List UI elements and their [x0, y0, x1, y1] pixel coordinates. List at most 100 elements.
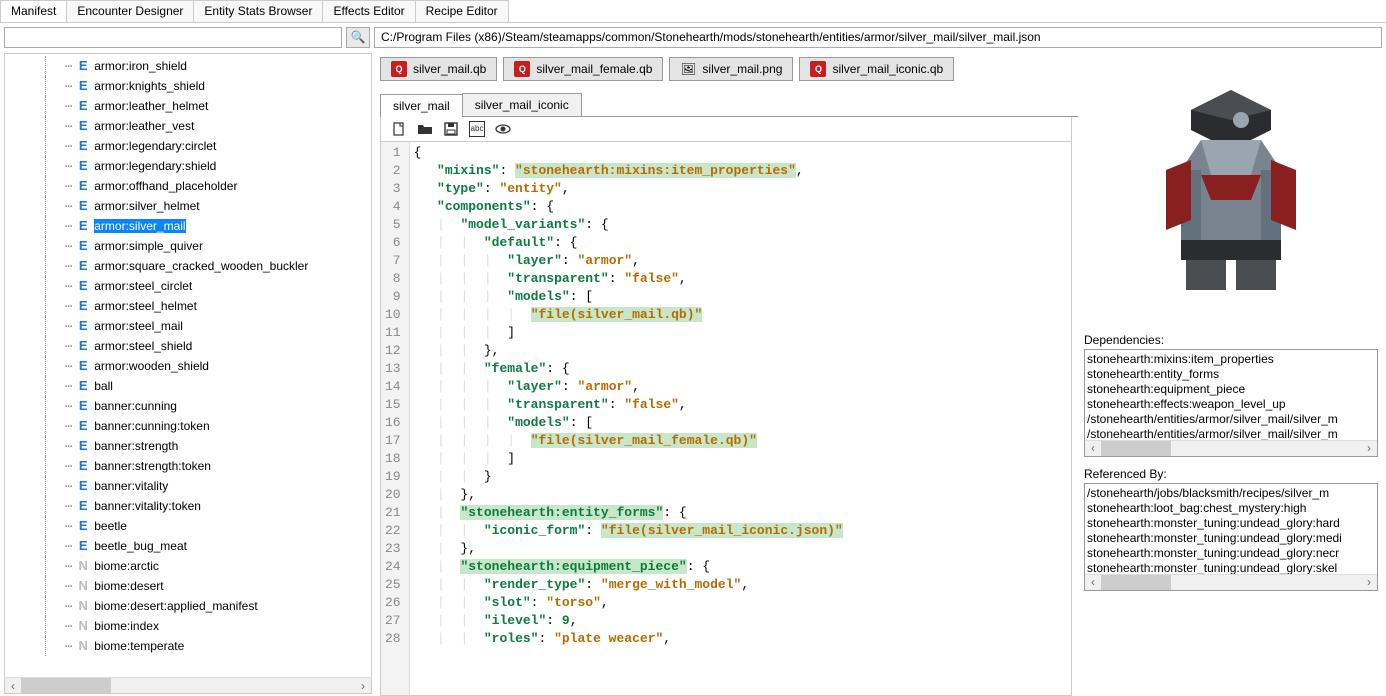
- referencedby-list[interactable]: /stonehearth/jobs/blacksmith/recipes/sil…: [1084, 483, 1378, 591]
- tree-item[interactable]: ⋯Earmor:leather_helmet: [5, 96, 371, 116]
- entity-icon: E: [76, 119, 90, 133]
- tree-item-label: armor:wooden_shield: [94, 359, 209, 373]
- file-tab[interactable]: 🖼silver_mail.png: [669, 57, 793, 81]
- list-item[interactable]: stonehearth:monster_tuning:undead_glory:…: [1087, 561, 1375, 574]
- tree-item[interactable]: ⋯Nbiome:desert:applied_manifest: [5, 596, 371, 616]
- tree-item[interactable]: ⋯Eball: [5, 376, 371, 396]
- editor-toolbar: abc: [380, 117, 1072, 142]
- search-input[interactable]: [4, 27, 342, 48]
- tree-item[interactable]: ⋯Earmor:steel_helmet: [5, 296, 371, 316]
- list-item[interactable]: stonehearth:effects:weapon_level_up: [1087, 397, 1375, 412]
- tree-item[interactable]: ⋯Nbiome:temperate: [5, 636, 371, 656]
- tree-item-label: armor:leather_helmet: [94, 99, 208, 113]
- list-item[interactable]: stonehearth:entity_forms: [1087, 367, 1375, 382]
- entity-icon: E: [76, 179, 90, 193]
- file-tab[interactable]: Qsilver_mail.qb: [380, 57, 497, 81]
- list-item[interactable]: /stonehearth/jobs/blacksmith/recipes/sil…: [1087, 486, 1375, 501]
- list-item[interactable]: stonehearth:monster_tuning:undead_glory:…: [1087, 531, 1375, 546]
- toolbar-row: 🔍 C:/Program Files (x86)/Steam/steamapps…: [0, 23, 1386, 51]
- tree-item[interactable]: ⋯Earmor:steel_mail: [5, 316, 371, 336]
- tree-item[interactable]: ⋯Nbiome:arctic: [5, 556, 371, 576]
- tree-item[interactable]: ⋯Ebanner:cunning:token: [5, 416, 371, 436]
- list-item[interactable]: stonehearth:mixins:item_properties: [1087, 352, 1375, 367]
- tree-item[interactable]: ⋯Earmor:silver_helmet: [5, 196, 371, 216]
- tree-scroll[interactable]: ⋯Earmor:iron_shield⋯Earmor:knights_shiel…: [5, 54, 371, 677]
- list-item[interactable]: stonehearth:loot_bag:chest_mystery:high: [1087, 501, 1375, 516]
- node-icon: N: [76, 559, 90, 573]
- code-lines[interactable]: { "mixins": "stonehearth:mixins:item_pro…: [410, 142, 1071, 695]
- preview-icon[interactable]: [495, 121, 511, 137]
- tree-item[interactable]: ⋯Earmor:silver_mail: [5, 216, 371, 236]
- entity-icon: E: [76, 399, 90, 413]
- tree-item-label: biome:index: [94, 619, 159, 633]
- entity-icon: E: [76, 159, 90, 173]
- qb-icon: Q: [514, 61, 530, 77]
- tree-item[interactable]: ⋯Ebeetle_bug_meat: [5, 536, 371, 556]
- tree-item-label: armor:steel_helmet: [94, 299, 197, 313]
- top-tab-effects-editor[interactable]: Effects Editor: [322, 0, 415, 22]
- tree-item-label: armor:silver_mail: [94, 219, 185, 233]
- search-button[interactable]: 🔍: [346, 27, 370, 48]
- tree-item[interactable]: ⋯Ebanner:vitality: [5, 476, 371, 496]
- tree-item-label: banner:cunning:token: [94, 419, 209, 433]
- tree-item[interactable]: ⋯Earmor:legendary:circlet: [5, 136, 371, 156]
- tree-item-label: biome:desert:applied_manifest: [94, 599, 257, 613]
- entity-icon: E: [76, 439, 90, 453]
- ref-hscroll[interactable]: ‹›: [1085, 574, 1377, 590]
- file-tab[interactable]: Qsilver_mail_iconic.qb: [799, 57, 954, 81]
- tree-item[interactable]: ⋯Earmor:steel_shield: [5, 336, 371, 356]
- tree-item[interactable]: ⋯Ebanner:vitality:token: [5, 496, 371, 516]
- tree-item[interactable]: ⋯Earmor:square_cracked_wooden_buckler: [5, 256, 371, 276]
- top-tab-encounter-designer[interactable]: Encounter Designer: [66, 0, 194, 22]
- tree-item[interactable]: ⋯Earmor:steel_circlet: [5, 276, 371, 296]
- sub-tab[interactable]: silver_mail_iconic: [462, 93, 582, 116]
- path-field[interactable]: C:/Program Files (x86)/Steam/steamapps/c…: [374, 27, 1382, 48]
- dependencies-list[interactable]: stonehearth:mixins:item_propertiesstoneh…: [1084, 349, 1378, 457]
- tree-item[interactable]: ⋯Earmor:offhand_placeholder: [5, 176, 371, 196]
- list-item[interactable]: /stonehearth/entities/armor/silver_mail/…: [1087, 427, 1375, 440]
- qb-icon: Q: [810, 61, 826, 77]
- tree-item-label: ball: [94, 379, 113, 393]
- sub-tab[interactable]: silver_mail: [380, 94, 463, 117]
- list-item[interactable]: stonehearth:monster_tuning:undead_glory:…: [1087, 516, 1375, 531]
- list-item[interactable]: /stonehearth/entities/armor/silver_mail/…: [1087, 412, 1375, 427]
- entity-icon: E: [76, 239, 90, 253]
- top-tab-manifest[interactable]: Manifest: [0, 0, 67, 22]
- tree-item[interactable]: ⋯Earmor:leather_vest: [5, 116, 371, 136]
- scroll-right-icon[interactable]: ›: [355, 679, 371, 693]
- entity-icon: E: [76, 219, 90, 233]
- tree-item[interactable]: ⋯Earmor:simple_quiver: [5, 236, 371, 256]
- tree-item-label: armor:iron_shield: [94, 59, 187, 73]
- image-icon: 🖼: [680, 61, 696, 77]
- list-item[interactable]: stonehearth:equipment_piece: [1087, 382, 1375, 397]
- entity-icon: E: [76, 539, 90, 553]
- save-icon[interactable]: [443, 121, 459, 137]
- list-item[interactable]: stonehearth:monster_tuning:undead_glory:…: [1087, 546, 1375, 561]
- tree-item[interactable]: ⋯Nbiome:index: [5, 616, 371, 636]
- tree-item[interactable]: ⋯Earmor:wooden_shield: [5, 356, 371, 376]
- tree-item[interactable]: ⋯Earmor:legendary:shield: [5, 156, 371, 176]
- top-tab-entity-stats-browser[interactable]: Entity Stats Browser: [193, 0, 323, 22]
- tree-item-label: armor:silver_helmet: [94, 199, 199, 213]
- tree-item-label: biome:arctic: [94, 559, 159, 573]
- right-panel: Dependencies: stonehearth:mixins:item_pr…: [1080, 51, 1386, 696]
- qb-icon: Q: [391, 61, 407, 77]
- file-tab[interactable]: Qsilver_mail_female.qb: [503, 57, 663, 81]
- scroll-left-icon[interactable]: ‹: [5, 679, 21, 693]
- new-file-icon[interactable]: [391, 121, 407, 137]
- sidebar-hscroll[interactable]: ‹ ›: [5, 677, 371, 693]
- dep-hscroll[interactable]: ‹›: [1085, 440, 1377, 456]
- top-tab-recipe-editor[interactable]: Recipe Editor: [415, 0, 509, 22]
- open-folder-icon[interactable]: [417, 121, 433, 137]
- model-preview[interactable]: [1084, 55, 1378, 325]
- tree-item[interactable]: ⋯Ebanner:strength:token: [5, 456, 371, 476]
- tree-item[interactable]: ⋯Nbiome:desert: [5, 576, 371, 596]
- localize-icon[interactable]: abc: [469, 121, 485, 137]
- tree-item[interactable]: ⋯Ebanner:strength: [5, 436, 371, 456]
- tree-item[interactable]: ⋯Ebanner:cunning: [5, 396, 371, 416]
- tree-item[interactable]: ⋯Earmor:iron_shield: [5, 56, 371, 76]
- entity-icon: E: [76, 259, 90, 273]
- tree-item[interactable]: ⋯Ebeetle: [5, 516, 371, 536]
- tree-item[interactable]: ⋯Earmor:knights_shield: [5, 76, 371, 96]
- code-editor[interactable]: 1234567891011121314151617181920212223242…: [380, 142, 1072, 696]
